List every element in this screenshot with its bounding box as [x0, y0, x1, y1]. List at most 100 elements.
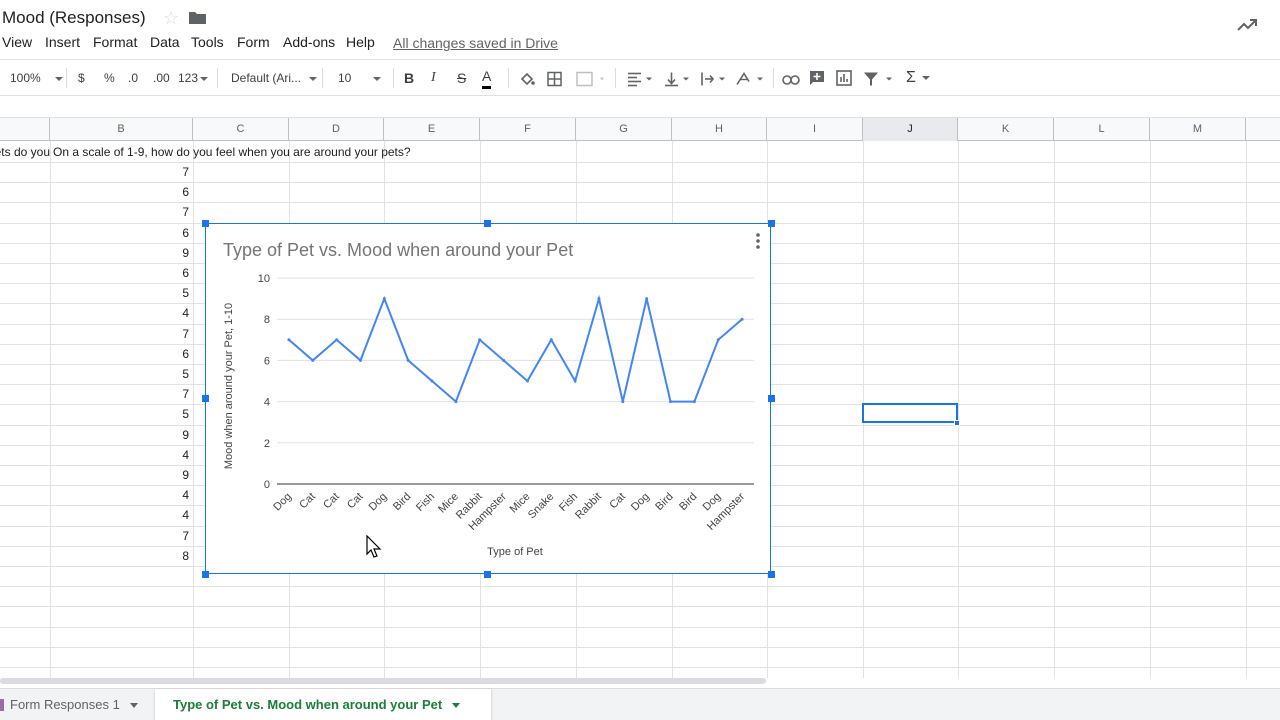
selected-cell[interactable] — [862, 403, 958, 423]
insert-link-icon[interactable] — [782, 71, 800, 89]
column-header-f[interactable]: F — [480, 118, 576, 141]
decrease-decimal-button[interactable]: .0 — [128, 69, 138, 87]
cell-b-value[interactable]: 8 — [50, 546, 192, 566]
more-options-icon[interactable] — [754, 232, 762, 250]
cell-b-value[interactable]: 9 — [50, 243, 192, 263]
column-header-b[interactable]: B — [50, 118, 193, 141]
data-point — [525, 379, 529, 383]
cell-b-value[interactable]: 9 — [50, 425, 192, 445]
column-header-j[interactable]: J — [863, 118, 958, 141]
bold-button[interactable]: B — [404, 69, 414, 87]
star-icon[interactable]: ☆ — [163, 8, 179, 29]
data-point — [716, 338, 720, 342]
cell-b1[interactable]: On a scale of 1-9, how do you feel when … — [53, 142, 411, 162]
horizontal-scrollbar[interactable] — [0, 678, 766, 684]
resize-handle-top-right[interactable] — [768, 220, 775, 227]
filter-icon[interactable] — [863, 70, 895, 88]
cell-b-value[interactable]: 4 — [50, 445, 192, 465]
font-size-select[interactable]: 10 — [338, 69, 382, 87]
column-header-m[interactable]: M — [1150, 118, 1246, 141]
functions-button[interactable]: Σ — [906, 69, 930, 87]
x-tick-label: Cat — [321, 491, 342, 512]
cell-b-value[interactable]: 7 — [50, 324, 192, 344]
data-point — [645, 297, 649, 301]
sheet-tab-form-responses[interactable]: Form Responses 1 — [0, 689, 155, 720]
column-header-g[interactable]: G — [576, 118, 672, 141]
column-header-h[interactable]: H — [672, 118, 767, 141]
functions-label: Σ — [906, 69, 916, 86]
row-gridline — [0, 667, 1280, 668]
resize-handle-right[interactable] — [768, 395, 775, 402]
cell-b-value[interactable]: 5 — [50, 404, 192, 424]
cell-b-value[interactable]: 7 — [50, 526, 192, 546]
align-left-icon[interactable] — [627, 70, 655, 88]
strikethrough-button[interactable]: S — [457, 69, 466, 87]
resize-handle-top-left[interactable] — [202, 220, 209, 227]
column-header-l[interactable]: L — [1054, 118, 1150, 141]
resize-handle-bottom-right[interactable] — [768, 571, 775, 578]
resize-handle-bottom[interactable] — [484, 571, 491, 578]
menu-help[interactable]: Help — [346, 34, 375, 50]
increase-decimal-button[interactable]: .00 — [153, 69, 170, 87]
cell-a1[interactable]: ets do you — [0, 142, 50, 162]
data-point — [358, 358, 362, 362]
column-header-a[interactable] — [0, 118, 50, 141]
formula-bar[interactable] — [0, 96, 1280, 118]
borders-icon[interactable] — [547, 70, 562, 88]
resize-handle-bottom-left[interactable] — [202, 571, 209, 578]
vertical-align-icon[interactable] — [664, 70, 692, 88]
fill-handle[interactable] — [954, 420, 960, 426]
y-tick-label: 8 — [264, 314, 270, 326]
text-rotation-icon[interactable] — [736, 70, 766, 88]
column-header-e[interactable]: E — [384, 118, 480, 141]
text-color-button[interactable]: A — [482, 69, 492, 89]
italic-button[interactable]: I — [431, 69, 436, 87]
y-tick-label: 0 — [264, 479, 270, 491]
cell-b-value[interactable]: 5 — [50, 364, 192, 384]
cell-b-value[interactable]: 4 — [50, 505, 192, 525]
menu-add-ons[interactable]: Add-ons — [283, 34, 335, 50]
column-header-d[interactable]: D — [289, 118, 384, 141]
currency-button[interactable]: $ — [78, 69, 85, 87]
trending-up-icon[interactable] — [1237, 18, 1257, 32]
folder-icon[interactable] — [189, 11, 206, 24]
zoom-select[interactable]: 100% — [10, 69, 63, 87]
merge-cells-icon[interactable] — [576, 70, 604, 88]
sheet-tab-chart[interactable]: Type of Pet vs. Mood when around your Pe… — [155, 689, 491, 720]
column-gridline — [1054, 141, 1055, 678]
line-chart[interactable]: 0 2 4 6 8 10 Dog Cat Cat Cat Dog Bird Fish Mice Rabbit… — [205, 223, 771, 574]
menu-tools[interactable]: Tools — [191, 34, 224, 50]
cell-b-value[interactable]: 6 — [50, 223, 192, 243]
cell-b-value[interactable]: 7 — [50, 202, 192, 222]
fill-color-icon[interactable] — [519, 70, 535, 88]
cell-b-value[interactable]: 7 — [50, 384, 192, 404]
text-wrapping-icon[interactable] — [700, 70, 728, 88]
more-formats-select[interactable]: 123 — [178, 69, 209, 87]
resize-handle-left[interactable] — [202, 395, 209, 402]
x-tick-label: Rabbit — [573, 491, 604, 522]
menu-format[interactable]: Format — [93, 34, 137, 50]
cell-b-value[interactable]: 4 — [50, 485, 192, 505]
cell-b-value[interactable]: 5 — [50, 283, 192, 303]
menu-insert[interactable]: Insert — [45, 34, 80, 50]
column-header-k[interactable]: K — [958, 118, 1054, 141]
percent-button[interactable]: % — [104, 69, 115, 87]
cell-b-value[interactable]: 6 — [50, 182, 192, 202]
menu-data[interactable]: Data — [150, 34, 180, 50]
insert-chart-icon[interactable] — [836, 69, 852, 87]
cell-b-value[interactable]: 4 — [50, 303, 192, 323]
column-header-i[interactable]: I — [767, 118, 863, 141]
column-header-c[interactable]: C — [193, 118, 289, 141]
cell-b-value[interactable]: 7 — [50, 162, 192, 182]
insert-comment-icon[interactable] — [809, 69, 825, 87]
cell-b-value[interactable]: 6 — [50, 263, 192, 283]
font-select[interactable]: Default (Ari... — [231, 69, 318, 87]
save-status[interactable]: All changes saved in Drive — [393, 35, 558, 51]
menu-view[interactable]: View — [2, 34, 32, 50]
cell-b-value[interactable]: 9 — [50, 465, 192, 485]
x-tick-label: Bird — [677, 491, 699, 513]
menu-form[interactable]: Form — [237, 34, 270, 50]
cell-b-value[interactable]: 6 — [50, 344, 192, 364]
resize-handle-top[interactable] — [484, 220, 491, 227]
document-title[interactable]: Mood (Responses) — [2, 8, 146, 28]
